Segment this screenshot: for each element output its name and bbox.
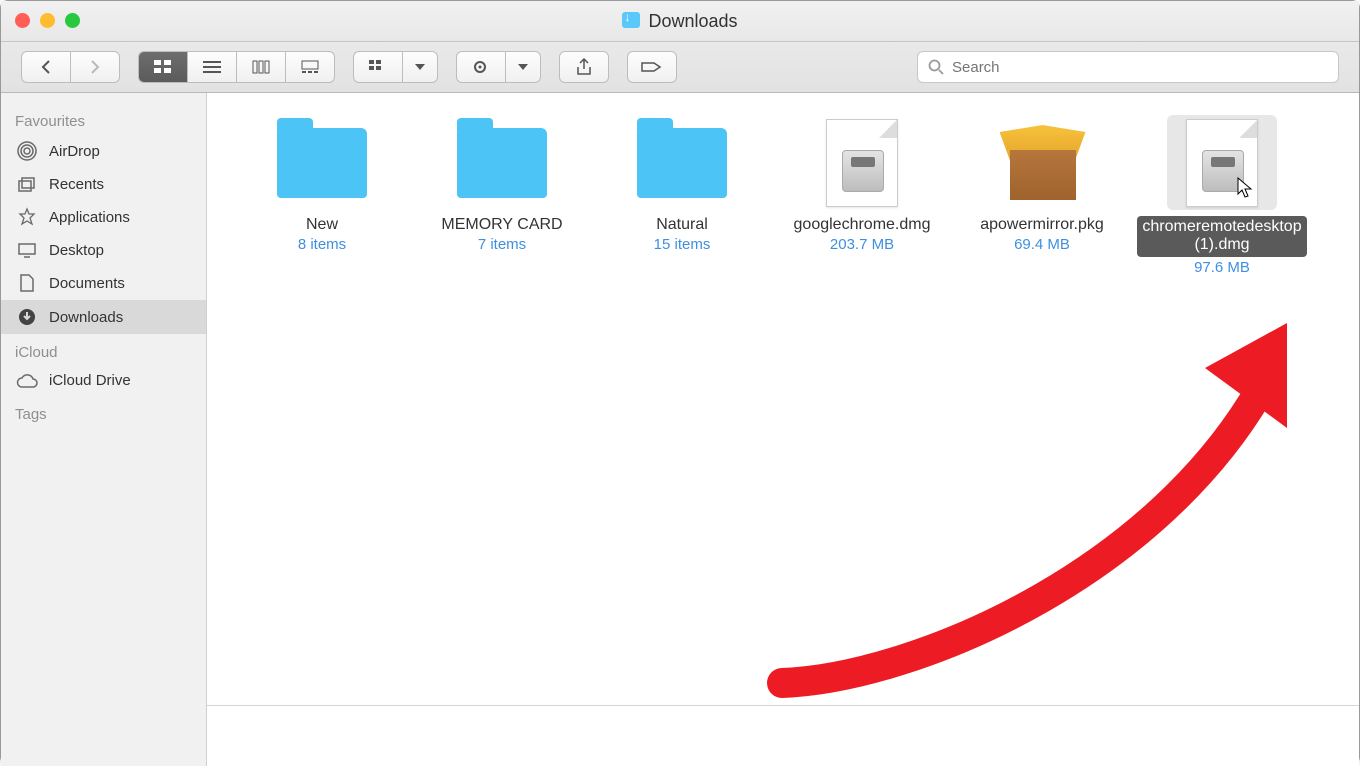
recents-icon [15,175,39,193]
action-button-group [456,51,541,83]
folder-icon [627,115,737,210]
zoom-button[interactable] [65,13,80,28]
item-subtitle: 15 items [654,236,711,253]
sidebar-section-favourites: Favourites [1,103,206,134]
column-view-button[interactable] [236,51,285,83]
pkg-icon [987,115,1097,210]
item-subtitle: 8 items [298,236,346,253]
search-field[interactable] [917,51,1339,83]
list-icon [203,60,221,74]
item-subtitle: 69.4 MB [1014,236,1070,253]
minimize-button[interactable] [40,13,55,28]
item-name: Natural [656,216,708,234]
arrange-button[interactable] [353,51,402,83]
downloads-icon [15,307,39,327]
desktop-icon [15,241,39,259]
item-name: apowermirror.pkg [980,216,1104,234]
chevron-right-icon [89,60,101,74]
documents-icon [15,273,39,293]
sidebar-item-downloads[interactable]: Downloads [1,300,206,334]
window-title: Downloads [622,11,737,32]
view-mode-buttons [138,51,335,83]
file-item-pkg[interactable]: apowermirror.pkg 69.4 MB [957,115,1127,253]
share-button[interactable] [559,51,609,83]
gallery-view-button[interactable] [285,51,335,83]
share-icon [576,58,592,76]
sidebar-item-desktop[interactable]: Desktop [1,234,206,266]
sidebar-item-documents[interactable]: Documents [1,266,206,300]
item-subtitle: 7 items [478,236,526,253]
dmg-icon [807,115,917,210]
folder-item[interactable]: Natural 15 items [597,115,767,253]
folder-icon [447,115,557,210]
dmg-icon [1167,115,1277,210]
icon-view-button[interactable] [138,51,187,83]
group-by-button-group [353,51,438,83]
file-item-dmg-selected[interactable]: chromeremotedesktop (1).dmg 97.6 MB [1137,115,1307,276]
arrange-icon [369,60,387,74]
forward-button[interactable] [70,51,120,83]
gear-icon [472,59,490,75]
nav-buttons [21,51,120,83]
sidebar-item-label: Documents [49,275,125,292]
chevron-down-icon [415,64,425,70]
action-button[interactable] [456,51,505,83]
content-area[interactable]: New 8 items MEMORY CARD 7 items Natural … [207,93,1359,766]
chevron-down-icon [518,64,528,70]
item-subtitle: 203.7 MB [830,236,894,253]
file-item-dmg[interactable]: googlechrome.dmg 203.7 MB [777,115,947,253]
tags-button[interactable] [627,51,677,83]
window-title-text: Downloads [648,11,737,32]
sidebar-item-label: Downloads [49,309,123,326]
sidebar-item-airdrop[interactable]: AirDrop [1,134,206,168]
sidebar-item-label: iCloud Drive [49,372,131,389]
sidebar: Favourites AirDrop Recents Applications … [1,93,207,766]
grid-icon [154,60,172,74]
sidebar-item-label: Applications [49,209,130,226]
search-icon [928,59,944,75]
sidebar-section-tags: Tags [1,396,206,427]
folder-item[interactable]: New 8 items [237,115,407,253]
search-input[interactable] [950,58,1328,77]
item-subtitle: 97.6 MB [1194,259,1250,276]
annotation-arrow [587,288,1287,708]
cloud-icon [15,373,39,389]
chevron-left-icon [40,60,52,74]
icon-grid: New 8 items MEMORY CARD 7 items Natural … [207,93,1359,298]
action-menu-button[interactable] [505,51,541,83]
sidebar-item-label: Recents [49,176,104,193]
sidebar-item-label: Desktop [49,242,104,259]
sidebar-item-recents[interactable]: Recents [1,168,206,200]
back-button[interactable] [21,51,70,83]
folder-item[interactable]: MEMORY CARD 7 items [417,115,587,253]
applications-icon [15,207,39,227]
sidebar-section-icloud: iCloud [1,334,206,365]
tag-icon [641,60,663,74]
airdrop-icon [15,141,39,161]
sidebar-item-applications[interactable]: Applications [1,200,206,234]
gallery-icon [301,60,319,74]
finder-window: Downloads [0,0,1360,765]
folder-icon [267,115,377,210]
status-bar-separator [207,705,1359,706]
columns-icon [252,60,270,74]
window-body: Favourites AirDrop Recents Applications … [1,93,1359,766]
close-button[interactable] [15,13,30,28]
item-name: chromeremotedesktop (1).dmg [1137,216,1307,257]
sidebar-item-icloud-drive[interactable]: iCloud Drive [1,365,206,396]
item-name: googlechrome.dmg [794,216,931,234]
toolbar [1,42,1359,93]
traffic-lights [15,13,80,28]
title-bar: Downloads [1,1,1359,42]
item-name: MEMORY CARD [441,216,562,234]
arrange-menu-button[interactable] [402,51,438,83]
list-view-button[interactable] [187,51,236,83]
sidebar-item-label: AirDrop [49,143,100,160]
downloads-folder-icon [622,12,640,28]
item-name: New [306,216,338,234]
